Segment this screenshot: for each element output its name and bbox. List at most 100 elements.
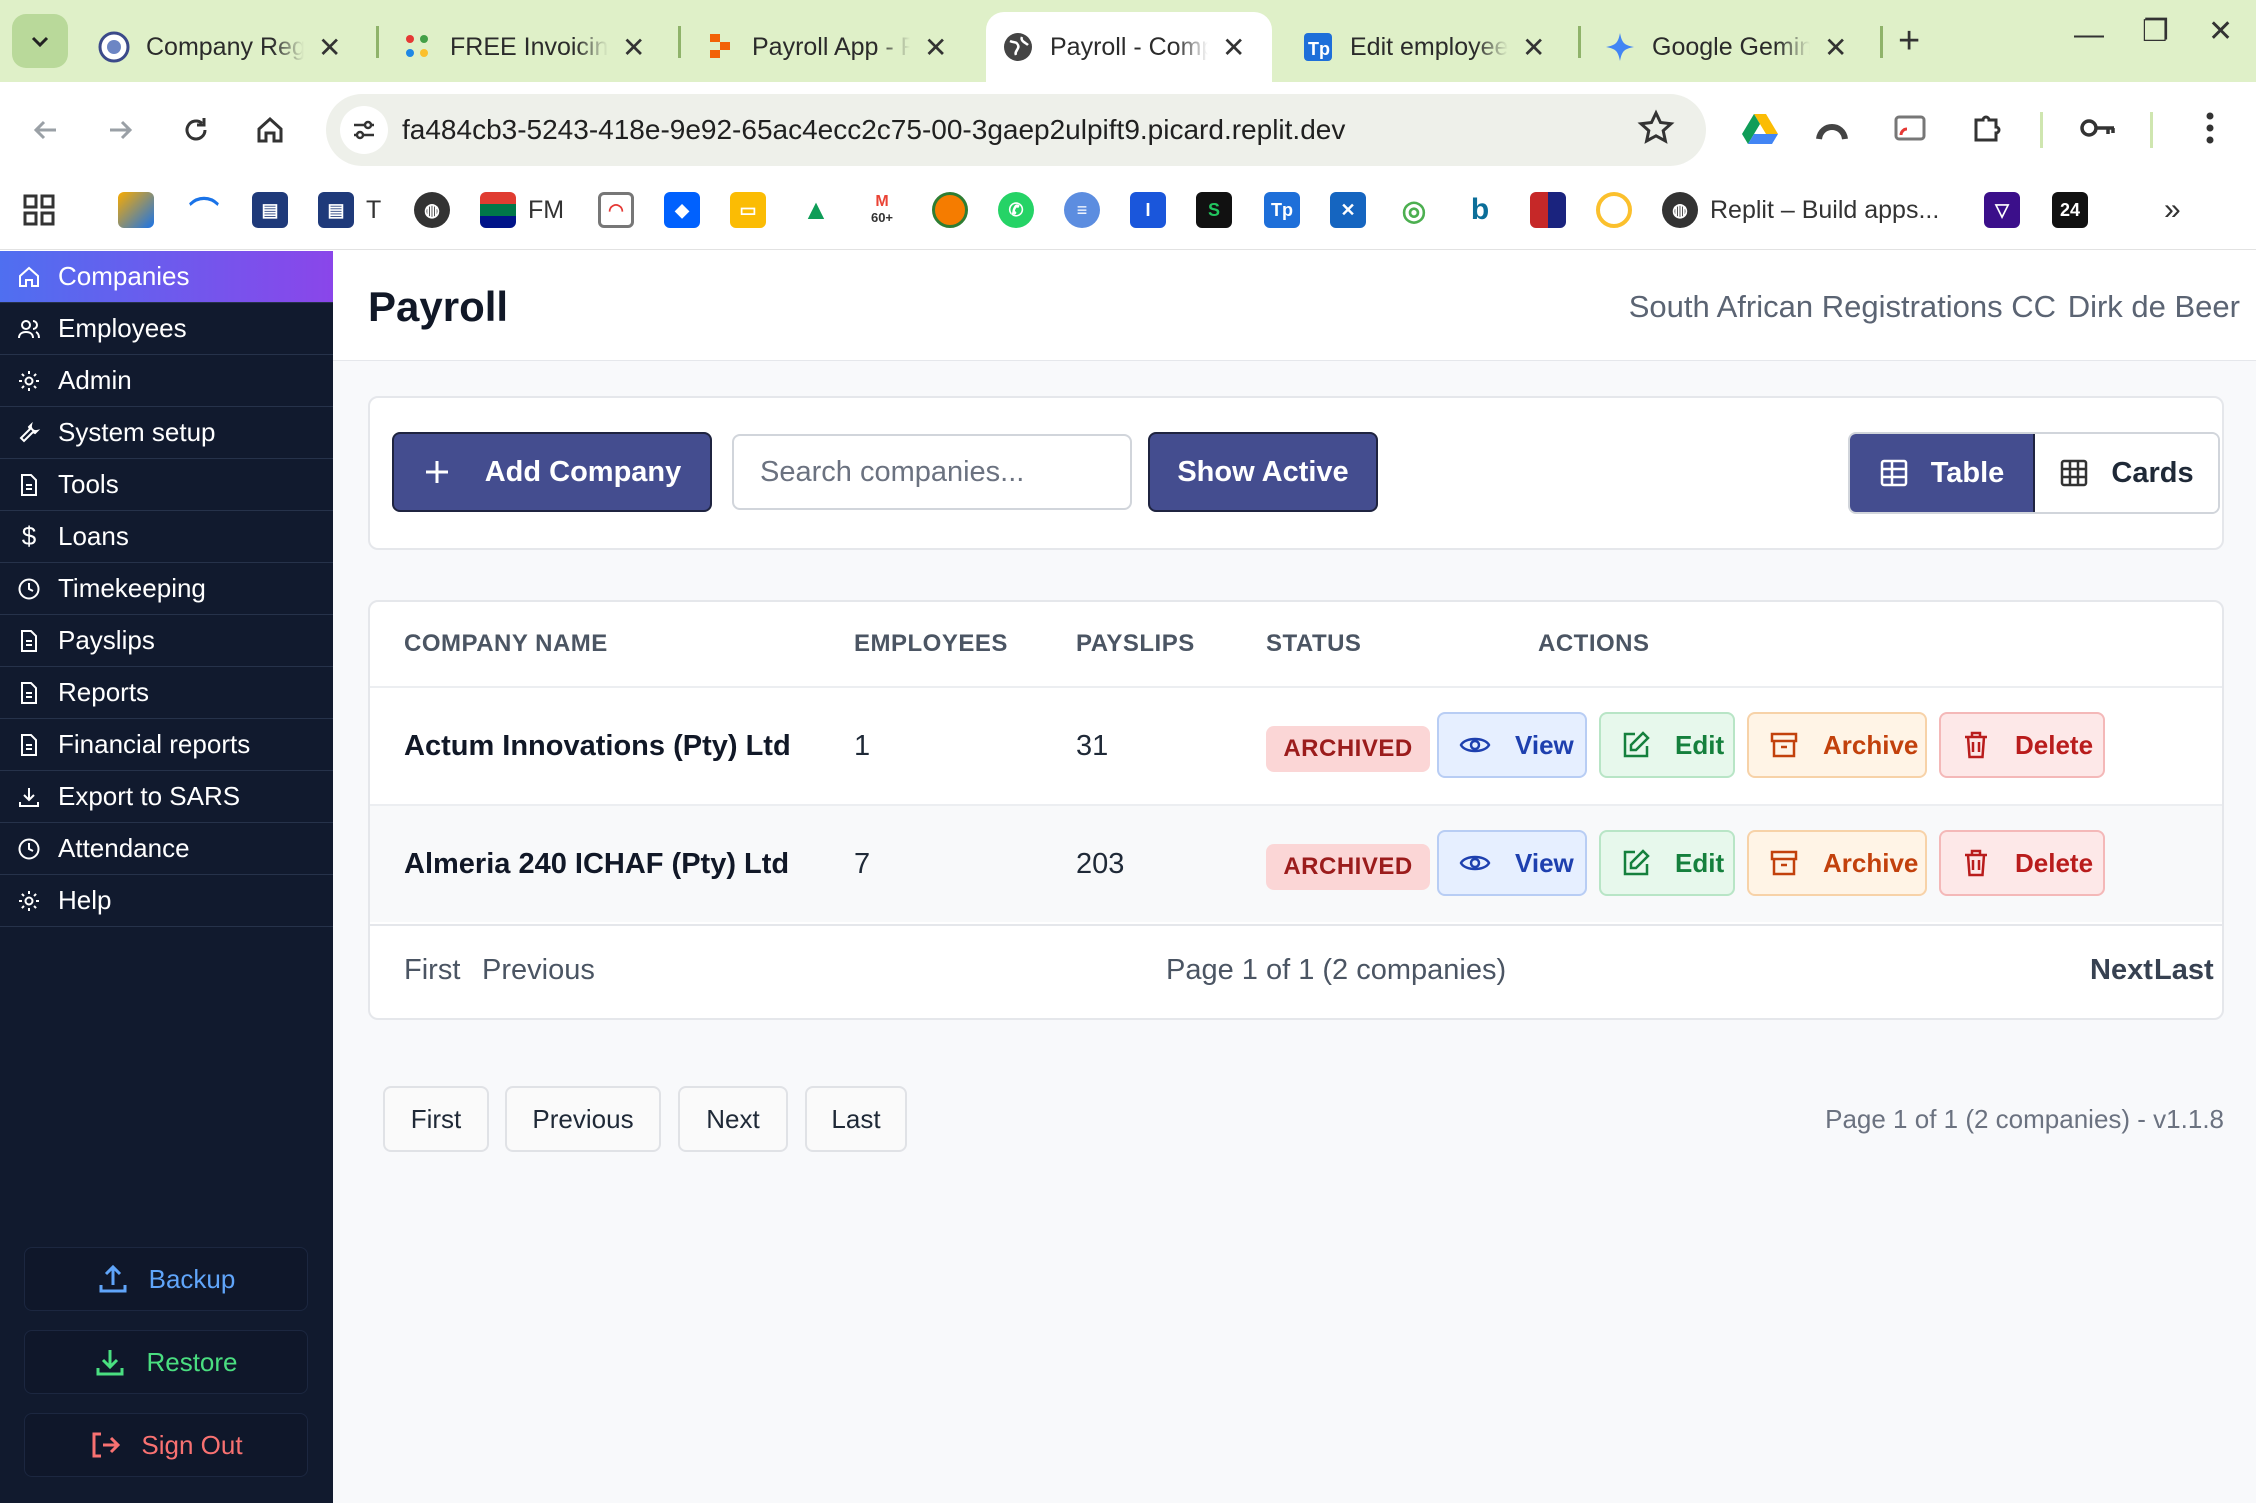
sidebar-item-financial-reports[interactable]: Financial reports [0,719,333,771]
bookmark-i[interactable]: I [1130,190,1166,230]
bookmark-b[interactable]: b [1462,190,1498,230]
new-tab-button[interactable]: + [1898,20,1920,63]
search-input[interactable] [732,434,1132,510]
next-page-button[interactable]: Next [678,1086,788,1152]
minimize-button[interactable]: — [2074,18,2104,52]
delete-button[interactable]: Delete [1939,830,2105,896]
bookmark-s[interactable]: S [1196,190,1232,230]
previous-page-button[interactable]: Previous [505,1086,661,1152]
bookmark-t[interactable]: ▤ T [318,190,381,230]
sidebar-item-help[interactable]: Help [0,875,333,927]
browser-tab-5[interactable]: Tp Edit employee ✕ [1286,12,1576,82]
bookmark-star-icon[interactable] [1636,108,1676,153]
sidebar-item-timekeeping[interactable]: Timekeeping [0,563,333,615]
bookmark-v[interactable]: ▽ [1984,190,2020,230]
arc-extension-icon[interactable] [1808,104,1856,152]
column-header-employees[interactable]: EMPLOYEES [854,630,1008,658]
bookmark-whatsapp[interactable]: ✆ [998,190,1034,230]
archive-button[interactable]: Archive [1747,712,1927,778]
bookmark-slides[interactable]: ▭ [730,190,766,230]
close-icon[interactable]: ✕ [1522,31,1545,64]
first-page-link[interactable]: First [404,954,460,987]
bookmark-xe[interactable]: ✕ [1330,190,1366,230]
cast-extension-icon[interactable] [1886,104,1934,152]
bookmark-tp[interactable]: Tp [1264,190,1300,230]
sidebar-item-companies[interactable]: Companies [0,251,333,303]
column-header-payslips[interactable]: PAYSLIPS [1076,630,1195,658]
browser-tab-active[interactable]: Payroll - Companies ✕ [986,12,1272,82]
edit-button[interactable]: Edit [1599,830,1735,896]
table-view-button[interactable]: Table [1850,434,2035,512]
sidebar-item-reports[interactable]: Reports [0,667,333,719]
close-icon[interactable]: ✕ [622,31,645,64]
bookmark-drive[interactable]: ▲ [798,190,834,230]
close-window-button[interactable]: ✕ [2208,14,2233,49]
last-page-button[interactable]: Last [805,1086,907,1152]
site-info-icon[interactable] [340,106,388,154]
view-button[interactable]: View [1437,830,1587,896]
close-icon[interactable]: ✕ [318,31,341,64]
browser-menu-icon[interactable] [2186,104,2234,152]
bookmark-fm[interactable]: FM [480,190,564,230]
sidebar-item-loans[interactable]: $ Loans [0,511,333,563]
apps-grid-icon[interactable] [22,190,56,230]
sidebar-item-system-setup[interactable]: System setup [0,407,333,459]
home-button[interactable] [244,104,296,156]
cards-view-button[interactable]: Cards [2035,434,2218,512]
sidebar-item-payslips[interactable]: Payslips [0,615,333,667]
bookmark-circle[interactable]: ≡ [1064,190,1100,230]
bookmark-gmail[interactable]: M 60+ [864,190,900,230]
reload-button[interactable] [170,104,222,156]
bookmark-dropbox[interactable]: ◆ [664,190,700,230]
last-page-link[interactable]: Last [2154,954,2214,987]
sidebar-item-admin[interactable]: Admin [0,355,333,407]
show-active-button[interactable]: Show Active [1148,432,1378,512]
view-button[interactable]: View [1437,712,1587,778]
google-drive-icon[interactable] [1736,104,1784,152]
password-key-icon[interactable] [2074,104,2122,152]
column-header-status[interactable]: STATUS [1266,630,1361,658]
close-icon[interactable]: ✕ [924,31,947,64]
close-icon[interactable]: ✕ [1824,31,1847,64]
bookmark-yellow[interactable] [1596,190,1632,230]
bookmark-cast[interactable]: ◠ [598,190,634,230]
back-button[interactable] [20,104,72,156]
restore-window-button[interactable]: ❐ [2142,14,2169,49]
bookmark-grid[interactable] [1530,190,1566,230]
forward-button[interactable] [94,104,146,156]
bookmark-24[interactable]: 24 [2052,190,2088,230]
sidebar-item-attendance[interactable]: Attendance [0,823,333,875]
close-icon[interactable]: ✕ [1222,31,1245,64]
bookmarks-overflow-icon[interactable]: » [2164,190,2181,230]
column-header-company-name[interactable]: COMPANY NAME [404,630,608,658]
bookmark-orange[interactable] [932,190,968,230]
archive-button[interactable]: Archive [1747,830,1927,896]
browser-tab-1[interactable]: Company Registrations ✕ [82,12,372,82]
address-bar[interactable]: fa484cb3-5243-418e-9e92-65ac4ecc2c75-00-… [326,94,1706,166]
sign-out-button[interactable]: Sign Out [24,1413,308,1477]
sidebar-item-employees[interactable]: Employees [0,303,333,355]
bookmark-book[interactable]: ▤ [252,190,288,230]
bookmark-globe[interactable]: ◍ [414,190,450,230]
delete-button[interactable]: Delete [1939,712,2105,778]
restore-button[interactable]: Restore [24,1330,308,1394]
bookmark-analytics[interactable] [118,190,154,230]
users-icon [16,316,42,342]
add-company-button[interactable]: Add Company [392,432,712,512]
next-page-link[interactable]: Next [2090,954,2153,987]
sidebar-item-export-to-sars[interactable]: Export to SARS [0,771,333,823]
bookmark-green[interactable]: ◎ [1396,190,1432,230]
extensions-puzzle-icon[interactable] [1964,104,2012,152]
bookmark-wifi[interactable]: ⌒ [186,190,222,230]
browser-tab-2[interactable]: FREE Invoicing ✕ [386,12,676,82]
green-swirl-icon: ◎ [1401,194,1427,226]
browser-tab-6[interactable]: Google Gemini ✕ [1588,12,1878,82]
edit-button[interactable]: Edit [1599,712,1735,778]
browser-tab-3[interactable]: Payroll App - Replit ✕ [688,12,978,82]
bookmark-replit[interactable]: ◍ Replit – Build apps... [1662,190,1939,230]
previous-page-link[interactable]: Previous [482,954,595,987]
tab-search-button[interactable] [12,14,68,68]
first-page-button[interactable]: First [383,1086,489,1152]
backup-button[interactable]: Backup [24,1247,308,1311]
sidebar-item-tools[interactable]: Tools [0,459,333,511]
